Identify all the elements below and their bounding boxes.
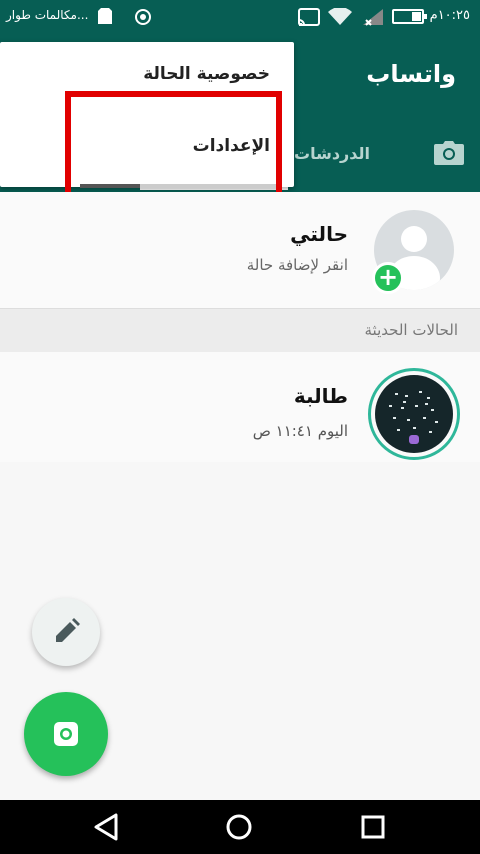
home-icon[interactable] xyxy=(224,812,254,842)
highlight-box xyxy=(65,91,282,204)
camera-tab-icon[interactable] xyxy=(434,141,464,165)
section-title: الحالات الحديثة xyxy=(364,321,458,339)
thumbnail-text-mark xyxy=(389,405,392,407)
my-status-subtitle: انقر لإضافة حالة xyxy=(246,256,348,274)
pencil-icon xyxy=(56,618,80,642)
clock: ١٠:٢٥م xyxy=(429,8,470,23)
menu-item-status-privacy[interactable]: خصوصية الحالة xyxy=(143,64,270,84)
thumbnail-text-mark xyxy=(413,427,416,429)
thumbnail-text-mark xyxy=(435,421,438,423)
thumbnail-text-mark xyxy=(425,403,428,405)
signal-icon xyxy=(362,8,384,26)
back-icon[interactable] xyxy=(92,812,122,842)
add-status-icon[interactable]: + xyxy=(372,262,404,294)
contact-name: طالبة xyxy=(293,384,348,408)
thumbnail-text-mark xyxy=(429,431,432,433)
my-status-row[interactable]: + حالتي انقر لإضافة حالة xyxy=(0,192,480,308)
thumbnail-text-mark xyxy=(423,417,426,419)
thumbnail-text-mark xyxy=(405,395,408,397)
thumbnail-text-mark xyxy=(403,401,406,403)
thumbnail-text-mark xyxy=(395,393,398,395)
text-status-button[interactable] xyxy=(32,598,100,666)
my-status-title: حالتي xyxy=(290,222,348,246)
app-title: واتساب xyxy=(366,60,456,88)
thumbnail-text-mark xyxy=(407,419,410,421)
thumbnail-text-mark xyxy=(401,407,404,409)
camera-status-button[interactable] xyxy=(24,692,108,776)
thumbnail-text-mark xyxy=(393,417,396,419)
carrier-label: مكالمات طوار... xyxy=(6,8,89,22)
recent-updates-header: الحالات الحديثة xyxy=(0,308,480,352)
status-time: اليوم ١١:٤١ ص xyxy=(252,422,348,440)
system-nav-bar xyxy=(0,800,480,854)
camera-icon xyxy=(54,722,78,746)
tab-chats[interactable]: الدردشات xyxy=(294,144,370,163)
thumbnail-text-mark xyxy=(427,397,430,399)
status-bar: مكالمات طوار... ١٠:٢٥م xyxy=(0,0,480,34)
thumbnail-text-mark xyxy=(397,429,400,431)
thumbnail-text-mark xyxy=(431,409,434,411)
status-thumbnail xyxy=(375,375,453,453)
recents-icon[interactable] xyxy=(358,812,388,842)
wifi-icon xyxy=(328,8,352,26)
heart-icon xyxy=(409,435,419,444)
thumbnail-text-mark xyxy=(419,391,422,393)
status-ring xyxy=(368,368,460,460)
cast-icon xyxy=(298,8,320,26)
sd-card-icon xyxy=(98,8,112,24)
location-icon xyxy=(134,8,152,26)
battery-icon xyxy=(392,9,427,24)
thumbnail-text-mark xyxy=(415,405,418,407)
list-item[interactable]: طالبة اليوم ١١:٤١ ص xyxy=(0,352,480,462)
